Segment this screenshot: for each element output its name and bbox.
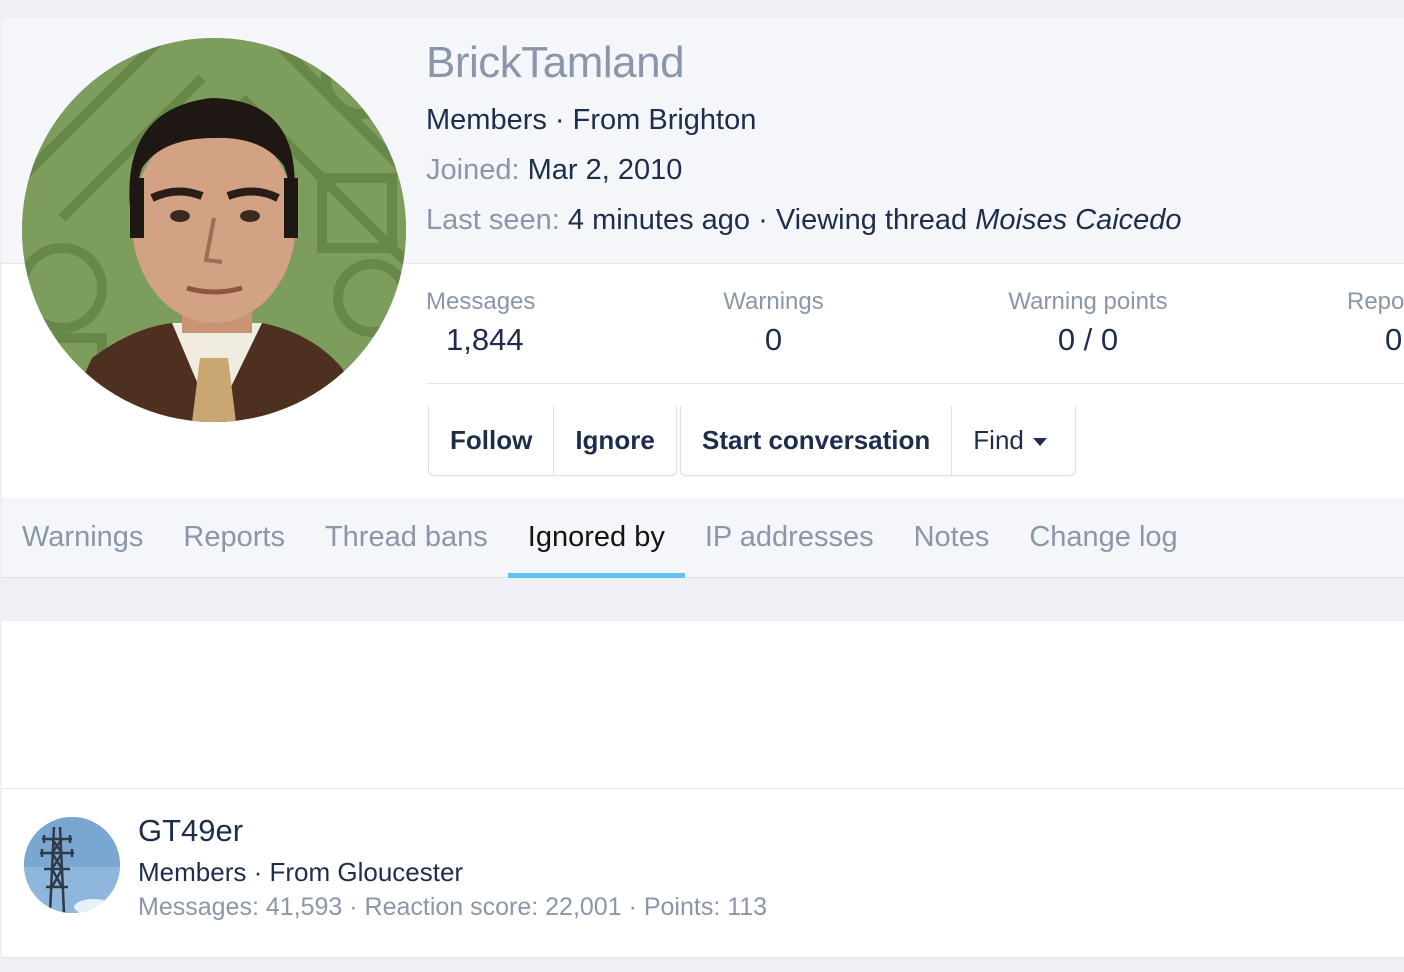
follow-ignore-group: Follow Ignore (428, 406, 677, 476)
activity-text: · Viewing thread (750, 204, 976, 236)
stat-value: 1,844 (446, 322, 524, 357)
stat-warning-points: Warning points 0 / 0 (997, 288, 1179, 358)
joined-label: Joined: (426, 154, 520, 186)
stats-divider (426, 383, 1404, 384)
list-bottom-border (2, 957, 1404, 958)
tab-warnings[interactable]: Warnings (2, 498, 163, 577)
stat-label: Repo (1347, 288, 1404, 315)
stat-warnings: Warnings 0 (716, 288, 831, 358)
joined-value: Mar 2, 2010 (527, 154, 683, 186)
stat-reports: Repo 0 (1347, 288, 1404, 358)
tab-notes[interactable]: Notes (894, 498, 1010, 577)
last-seen-value: 4 minutes ago (567, 204, 751, 236)
activity-thread-link[interactable]: Moises Caicedo (975, 204, 1181, 236)
tab-reports[interactable]: Reports (163, 498, 305, 577)
stat-value: 0 (1385, 322, 1403, 357)
conversation-find-group: Start conversation Find (680, 406, 1076, 476)
member-role-location: Members · From Gloucester (138, 857, 463, 888)
from-separator: · From (246, 857, 338, 887)
profile-last-seen: Last seen: 4 minutes ago · Viewing threa… (426, 204, 1182, 237)
list-item: GT49er Members · From Gloucester Message… (2, 789, 1404, 957)
profile-tabs: Warnings Reports Thread bans Ignored by … (2, 498, 1404, 578)
tab-ignored-by[interactable]: Ignored by (507, 498, 685, 578)
profile-role: Members (426, 104, 547, 136)
from-separator: · From (546, 104, 649, 136)
avatar-portrait-icon (22, 38, 406, 422)
profile-avatar[interactable] (22, 38, 406, 422)
member-location: Gloucester (337, 857, 464, 887)
profile-location: Brighton (648, 104, 757, 136)
start-conversation-button[interactable]: Start conversation (681, 406, 953, 475)
pylon-avatar-icon (24, 817, 120, 913)
tab-ip-addresses[interactable]: IP addresses (685, 498, 894, 577)
profile-joined: Joined: Mar 2, 2010 (426, 154, 682, 187)
stat-messages[interactable]: Messages 1,844 (426, 288, 535, 358)
follow-button[interactable]: Follow (429, 406, 555, 475)
stat-value: 0 / 0 (1057, 322, 1119, 357)
member-role: Members (138, 857, 247, 887)
member-username-link[interactable]: GT49er (138, 813, 243, 849)
stat-value: 0 (764, 322, 783, 357)
profile-username: BrickTamland (426, 38, 685, 87)
find-label: Find (973, 425, 1024, 455)
member-stats: Messages: 41,593 · Reaction score: 22,00… (138, 893, 768, 921)
member-avatar[interactable] (24, 817, 120, 913)
last-seen-label: Last seen: (426, 204, 560, 236)
stat-label: Warning points (1008, 288, 1168, 315)
stat-label: Messages (426, 288, 536, 315)
ignored-by-list: GT49er Members · From Gloucester Message… (2, 621, 1404, 958)
ignore-button[interactable]: Ignore (554, 406, 675, 475)
profile-card: BrickTamland Members · From Brighton Joi… (2, 18, 1404, 578)
tab-change-log[interactable]: Change log (1009, 498, 1197, 577)
profile-role-location: Members · From Brighton (426, 104, 756, 137)
find-dropdown-button[interactable]: Find (952, 406, 1075, 475)
caret-down-icon (1032, 437, 1047, 446)
tab-thread-bans[interactable]: Thread bans (305, 498, 508, 577)
stat-label: Warnings (723, 288, 824, 315)
